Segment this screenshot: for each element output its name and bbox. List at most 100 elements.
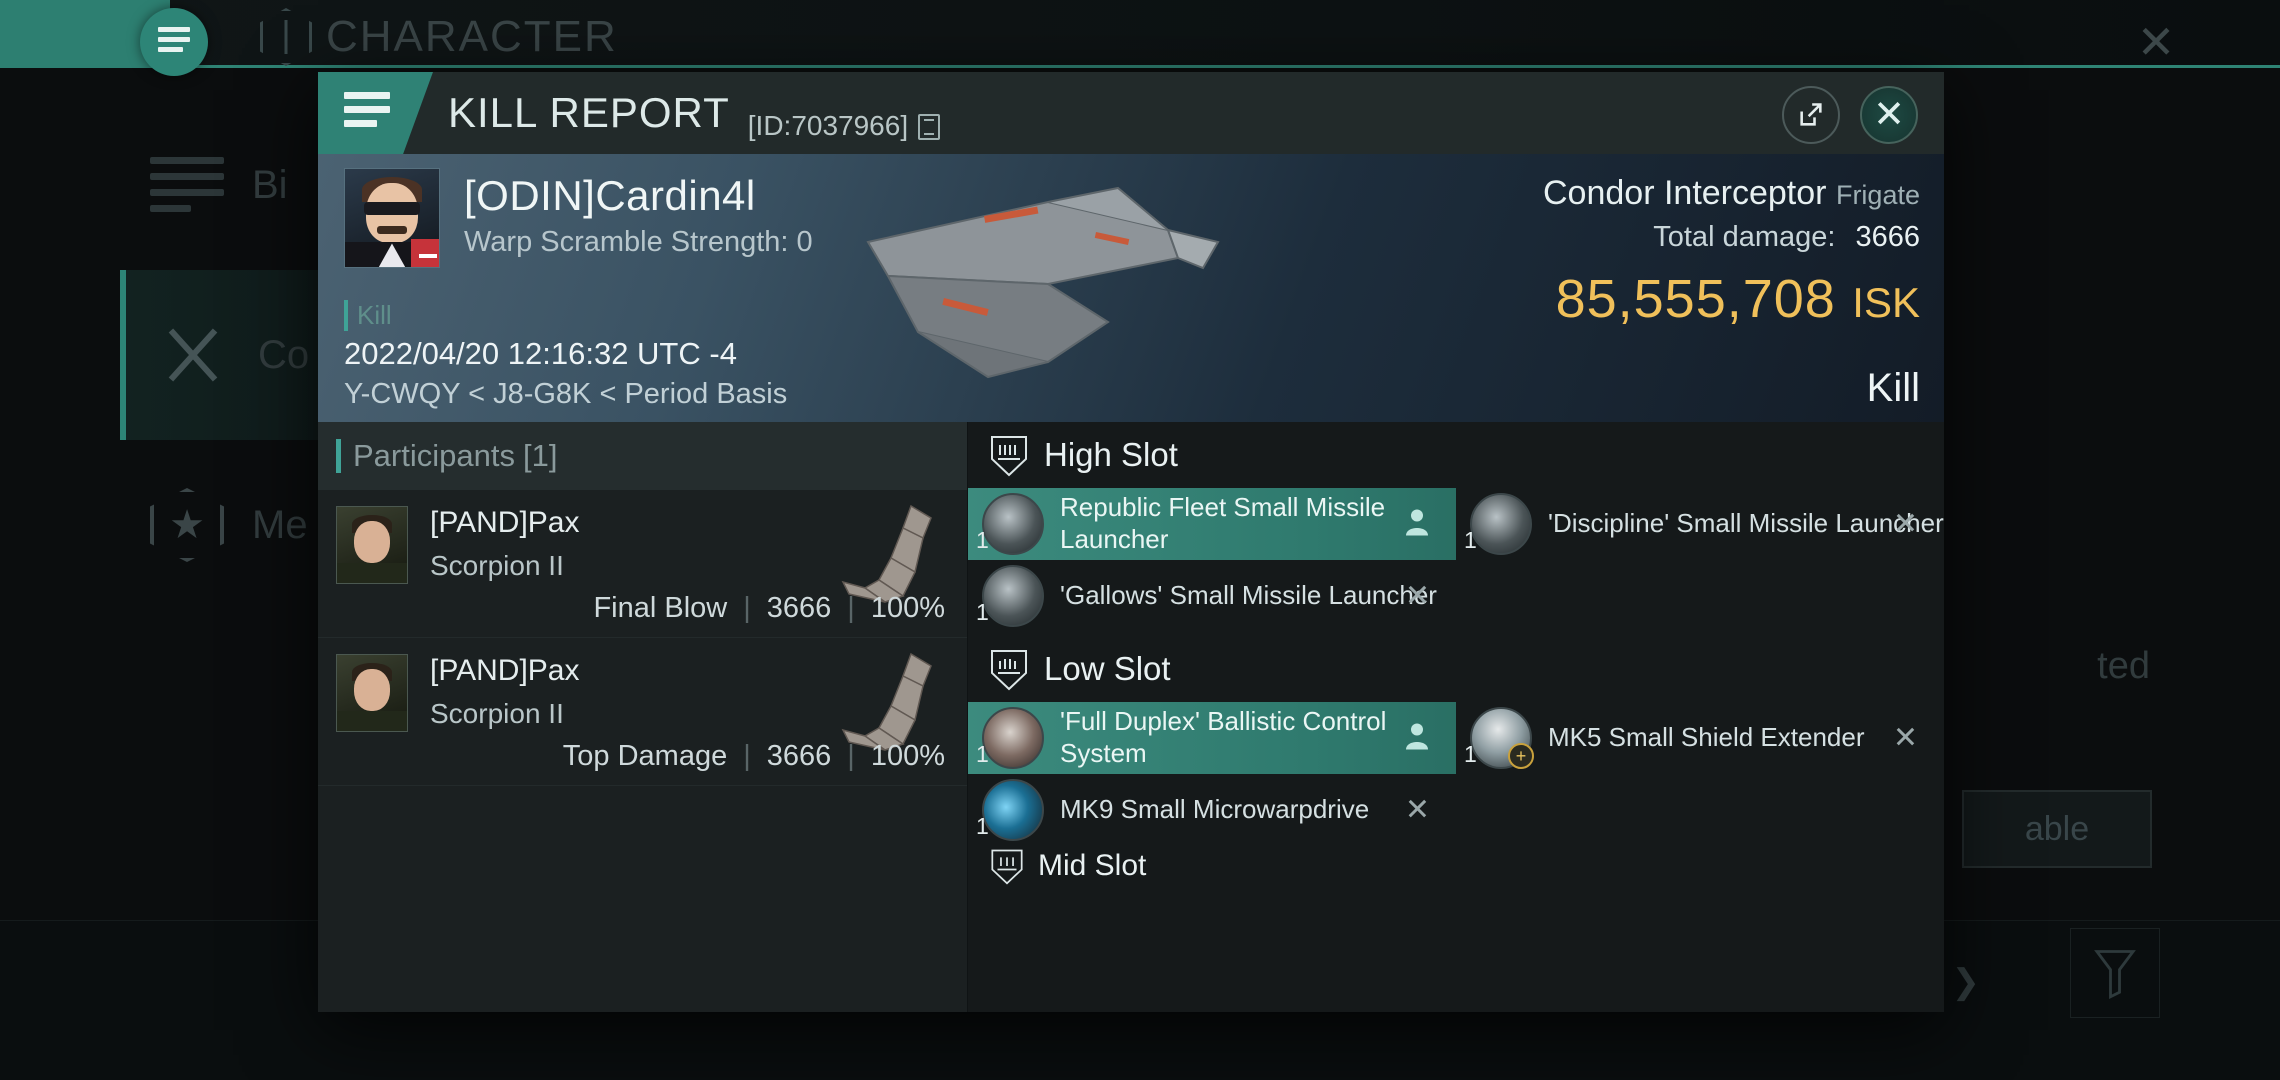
participants-panel: Participants [1] [PAND]Pax Scorpion II F… xyxy=(318,422,968,1012)
module-republic-fleet-small-missile-launcher[interactable]: 1 Republic Fleet Small Missile Launcher xyxy=(968,488,1456,560)
high-slot-title: High Slot xyxy=(1044,436,1178,473)
participant-role: Final Blow xyxy=(593,592,728,624)
module-name: 'Discipline' Small Missile Launcher xyxy=(1548,508,1944,539)
module-quantity: 1 xyxy=(1464,741,1477,767)
hamburger-icon xyxy=(158,27,190,57)
sidebar-item-combat-label: Co xyxy=(258,332,310,377)
warp-scramble-strength: Warp Scramble Strength: 0 xyxy=(464,226,813,258)
avatar[interactable] xyxy=(336,506,408,584)
participants-header: Participants [1] xyxy=(318,422,967,490)
mid-slot-header-peek: Mid Slot xyxy=(968,846,1944,886)
module-full-duplex-ballistic-control-system[interactable]: 1 'Full Duplex' Ballistic Control System xyxy=(968,702,1456,774)
fitting-slots-panel: High Slot 1 Republic Fleet Small Missile… xyxy=(968,422,1944,1012)
victim-portrait[interactable] xyxy=(344,168,440,268)
total-damage-value: 3666 xyxy=(1855,221,1920,253)
filter-icon xyxy=(2094,950,2136,999)
plus-badge-icon: + xyxy=(1508,743,1534,769)
victim-ship-class: Frigate xyxy=(1835,180,1920,210)
modal-menu-button[interactable] xyxy=(344,92,390,134)
total-damage: Total damage: 3666 xyxy=(1543,221,1920,254)
participant-role: Top Damage xyxy=(562,740,728,772)
stat-separator: | xyxy=(847,740,855,772)
low-slot-title: Low Slot xyxy=(1044,650,1171,687)
module-quantity: 1 xyxy=(1464,527,1477,553)
module-name: MK5 Small Shield Extender xyxy=(1548,722,1865,753)
background-right-button[interactable]: able xyxy=(1962,790,2152,868)
participant-name: [PAND]Pax xyxy=(430,654,580,687)
module-quantity: 1 xyxy=(976,599,989,625)
participant-damage: 3666 xyxy=(766,592,832,624)
module-quantity: 1 xyxy=(976,813,989,839)
module-gallows-small-missile-launcher[interactable]: 1 'Gallows' Small Missile Launcher ✕ xyxy=(968,560,1456,632)
mid-slot-shield-icon xyxy=(991,849,1023,885)
copy-icon[interactable] xyxy=(918,114,941,140)
person-icon xyxy=(1404,508,1430,541)
participant-stats: Final Blow | 3666 | 100% xyxy=(593,592,945,625)
participant-ship: Scorpion II xyxy=(430,698,564,729)
destroyed-x-icon: ✕ xyxy=(1404,793,1430,827)
participants-title: Participants xyxy=(353,438,515,473)
module-discipline-small-missile-launcher[interactable]: 1 'Discipline' Small Missile Launcher ✕ xyxy=(1456,488,1944,560)
high-slot-row-2: 1 'Gallows' Small Missile Launcher ✕ xyxy=(968,560,1944,632)
destroyed-x-icon: ✕ xyxy=(1892,721,1918,755)
module-name: Republic Fleet Small Missile Launcher xyxy=(1060,492,1386,554)
table-row[interactable]: [PAND]Pax Scorpion II Final Blow | 3666 … xyxy=(318,490,967,638)
participant-name: [PAND]Pax xyxy=(430,506,580,539)
destroyed-x-icon: ✕ xyxy=(1404,579,1430,613)
isk-value-row: 85,555,708 ISK xyxy=(1543,268,1920,330)
high-slot-row-1: 1 Republic Fleet Small Missile Launcher … xyxy=(968,488,1944,560)
microwarpdrive-icon xyxy=(982,779,1044,841)
high-slot-header: High Slot xyxy=(968,422,1944,488)
kill-timestamp: 2022/04/20 12:16:32 UTC -4 xyxy=(344,336,737,371)
section-accent-bar xyxy=(336,439,341,473)
stat-separator: | xyxy=(847,592,855,624)
module-mk5-small-shield-extender[interactable]: + 1 MK5 Small Shield Extender ✕ xyxy=(1456,702,1944,774)
list-icon xyxy=(150,148,224,222)
victim-ship: Condor Interceptor Frigate xyxy=(1543,174,1920,213)
low-slot-header: Low Slot xyxy=(968,636,1944,702)
total-damage-label: Total damage: xyxy=(1653,221,1836,253)
participant-stats: Top Damage | 3666 | 100% xyxy=(563,740,945,773)
kill-result: Kill xyxy=(1866,366,1920,410)
kill-report-id: [ID:7037966] xyxy=(747,110,909,141)
modal-title: KILL REPORT xyxy=(448,89,730,136)
participant-percent: 100% xyxy=(870,592,945,624)
participant-ship: Scorpion II xyxy=(430,550,564,581)
sidebar-item-bio-label: Bi xyxy=(252,162,288,207)
isk-unit: ISK xyxy=(1852,279,1920,326)
participants-count: [1] xyxy=(522,438,558,473)
shield-extender-icon: + xyxy=(1470,707,1534,769)
background-menu-button[interactable] xyxy=(140,8,208,76)
vitruvian-icon xyxy=(260,8,312,66)
background-close-button[interactable]: ✕ xyxy=(2128,14,2184,70)
module-quantity: 1 xyxy=(976,741,989,767)
share-button[interactable] xyxy=(1782,86,1840,144)
close-icon: ✕ xyxy=(1873,94,1905,136)
sidebar-item-medals-label: Me xyxy=(252,502,308,547)
module-quantity: 1 xyxy=(976,527,989,553)
modal-body: Participants [1] [PAND]Pax Scorpion II F… xyxy=(318,422,1944,1012)
victim-ship-name: Condor Interceptor xyxy=(1543,174,1827,212)
filter-button[interactable] xyxy=(2070,928,2160,1018)
background-page-title: CHARACTER xyxy=(260,8,618,66)
swords-icon xyxy=(156,318,230,392)
module-name: MK9 Small Microwarpdrive xyxy=(1060,794,1370,825)
destroyed-ship-render xyxy=(866,186,1220,379)
table-row[interactable]: [PAND]Pax Scorpion II Top Damage | 3666 … xyxy=(318,638,967,786)
victim-block xyxy=(344,168,440,268)
participant-damage: 3666 xyxy=(766,740,832,772)
chevron-right-icon[interactable]: ❯ xyxy=(1952,962,1981,1002)
stat-separator: | xyxy=(743,592,751,624)
module-mk9-small-microwarpdrive[interactable]: 1 MK9 Small Microwarpdrive ✕ xyxy=(968,774,1456,846)
person-icon xyxy=(1404,722,1430,755)
background-title-text: CHARACTER xyxy=(326,12,618,61)
modal-close-button[interactable]: ✕ xyxy=(1860,86,1918,144)
victim-name: [ODIN]Cardin4l xyxy=(464,172,756,219)
ballistic-control-icon xyxy=(982,707,1044,769)
missile-launcher-icon xyxy=(982,565,1044,627)
low-slot-shield-icon xyxy=(991,650,1027,691)
avatar[interactable] xyxy=(336,654,408,732)
minus-standing-icon xyxy=(411,239,439,267)
destroyed-x-icon: ✕ xyxy=(1892,507,1918,541)
stat-separator: | xyxy=(743,740,751,772)
